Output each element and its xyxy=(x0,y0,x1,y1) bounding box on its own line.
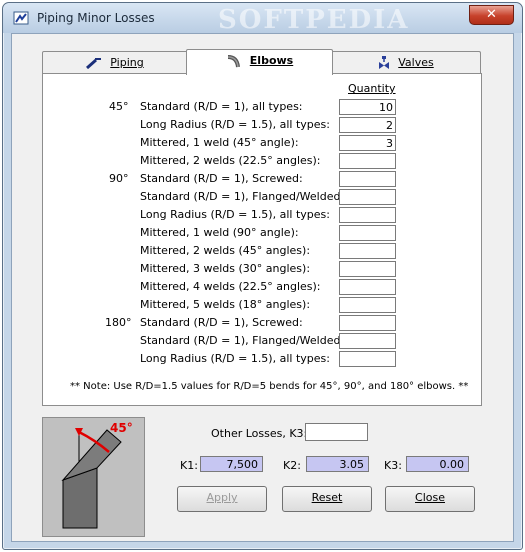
quantity-input[interactable] xyxy=(339,351,396,367)
quantity-header: Quantity xyxy=(348,82,396,95)
k3-label: K3: xyxy=(384,459,402,472)
valve-icon xyxy=(379,56,390,69)
main-window: Piping Minor Losses SOFTPEDIA ✕ Piping E… xyxy=(2,2,523,550)
quantity-input[interactable]: 10 xyxy=(339,99,396,115)
close-button[interactable]: Close xyxy=(385,486,475,512)
elbow-icon xyxy=(227,55,240,68)
app-icon xyxy=(13,11,29,25)
quantity-input[interactable] xyxy=(339,333,396,349)
tab-valves[interactable]: Valves xyxy=(331,51,481,74)
pipe-icon xyxy=(86,58,102,69)
quantity-input[interactable] xyxy=(339,207,396,223)
k3-value: 0.00 xyxy=(406,456,469,472)
elbow-row-label: Mittered, 4 welds (22.5° angles): xyxy=(140,280,321,293)
tab-piping[interactable]: Piping xyxy=(42,51,188,74)
elbows-note: ** Note: Use R/D=1.5 values for R/D=5 be… xyxy=(70,381,469,392)
quantity-input[interactable] xyxy=(339,297,396,313)
angle-label-90: 90° xyxy=(109,172,129,185)
apply-button[interactable]: Apply xyxy=(177,486,267,512)
quantity-input[interactable] xyxy=(339,279,396,295)
quantity-input[interactable] xyxy=(339,189,396,205)
elbow-row-label: Standard (R/D = 1), Screwed: xyxy=(140,172,303,185)
apply-button-label: Apply xyxy=(206,491,238,504)
quantity-input[interactable]: 2 xyxy=(339,117,396,133)
angle-label-180: 180° xyxy=(105,316,132,329)
quantity-input[interactable] xyxy=(339,225,396,241)
close-icon: ✕ xyxy=(486,7,497,22)
tab-piping-label: Piping xyxy=(110,56,144,69)
reset-button[interactable]: Reset xyxy=(282,486,372,512)
angle-label-45: 45° xyxy=(109,100,129,113)
other-losses-label: Other Losses, K3: xyxy=(211,427,308,440)
diagram-angle-label: 45° xyxy=(110,421,133,435)
client-area: Piping Elbows Valves Quantity 45° Standa… xyxy=(11,33,514,542)
elbow-row-label: Long Radius (R/D = 1.5), all types: xyxy=(140,208,330,221)
elbow-row-label: Standard (R/D = 1), Screwed: xyxy=(140,316,303,329)
title-bar[interactable]: Piping Minor Losses SOFTPEDIA ✕ xyxy=(3,3,522,35)
elbow-row-label: Mittered, 1 weld (90° angle): xyxy=(140,226,299,239)
other-losses-input[interactable] xyxy=(305,423,368,441)
elbow-row-label: Mittered, 2 welds (45° angles): xyxy=(140,244,311,257)
elbows-panel: Quantity 45° Standard (R/D = 1), all typ… xyxy=(42,73,482,406)
elbow-row-label: Standard (R/D = 1), Flanged/Welded: xyxy=(140,190,345,203)
quantity-input[interactable] xyxy=(339,315,396,331)
k2-value: 3.05 xyxy=(306,456,369,472)
quantity-input[interactable] xyxy=(339,171,396,187)
reset-button-label: Reset xyxy=(311,491,343,504)
elbow-row-label: Mittered, 3 welds (30° angles): xyxy=(140,262,311,275)
elbow-row-label: Long Radius (R/D = 1.5), all types: xyxy=(140,352,330,365)
k2-label: K2: xyxy=(283,459,301,472)
k1-label: K1: xyxy=(180,459,198,472)
tab-valves-label: Valves xyxy=(398,56,434,69)
close-button-label: Close xyxy=(415,491,445,504)
watermark: SOFTPEDIA xyxy=(218,5,410,35)
elbow-row-label: Standard (R/D = 1), all types: xyxy=(140,100,303,113)
elbow-row-label: Standard (R/D = 1), Flanged/Welded: xyxy=(140,334,345,347)
quantity-input[interactable] xyxy=(339,153,396,169)
elbow-diagram: 45° xyxy=(42,417,145,537)
tab-elbows-label: Elbows xyxy=(249,54,294,67)
k1-value: 7,500 xyxy=(200,456,263,472)
quantity-input[interactable]: 3 xyxy=(339,135,396,151)
mitered-elbow-icon xyxy=(61,428,122,529)
elbow-row-label: Mittered, 1 weld (45° angle): xyxy=(140,136,299,149)
tab-elbows[interactable]: Elbows xyxy=(186,49,333,75)
elbow-row-label: Mittered, 5 welds (18° angles): xyxy=(140,298,311,311)
window-close-button[interactable]: ✕ xyxy=(469,5,514,25)
window-title: Piping Minor Losses xyxy=(37,11,155,25)
quantity-input[interactable] xyxy=(339,261,396,277)
quantity-input[interactable] xyxy=(339,243,396,259)
elbow-row-label: Mittered, 2 welds (22.5° angles): xyxy=(140,154,321,167)
elbow-row-label: Long Radius (R/D = 1.5), all types: xyxy=(140,118,330,131)
